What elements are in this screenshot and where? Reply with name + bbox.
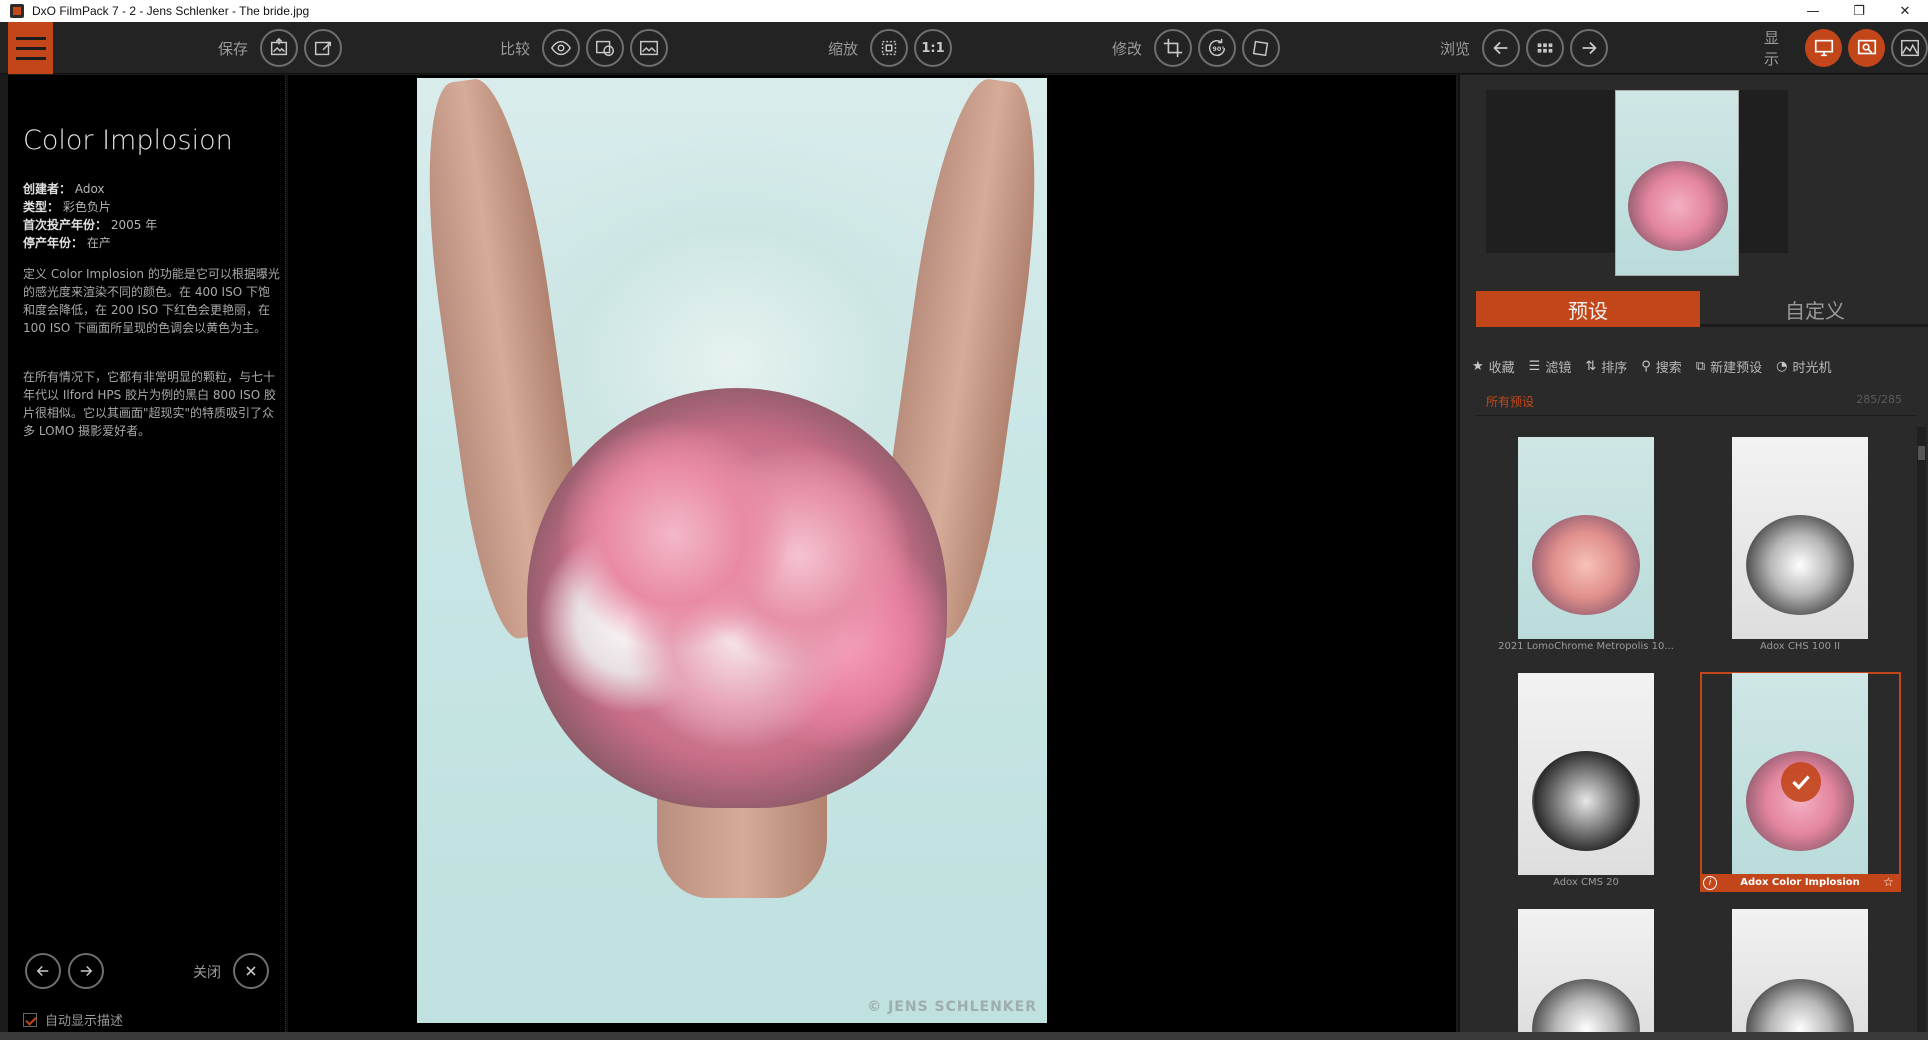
type-value: 彩色负片 — [62, 200, 111, 214]
fit-screen-icon[interactable] — [870, 29, 909, 67]
crop-icon[interactable] — [1154, 29, 1193, 67]
filter-filter[interactable]: ☰ 滤镜 — [1529, 357, 1572, 376]
creator-value: Adox — [74, 182, 105, 196]
grid-view-icon[interactable] — [1526, 29, 1565, 67]
tab-custom[interactable]: 自定义 — [1700, 291, 1928, 327]
zoom-group: 缩放 1:1 — [828, 28, 953, 68]
type-label: 类型： — [23, 200, 60, 214]
previous-preset-icon[interactable] — [25, 953, 61, 989]
zoom-label: 缩放 — [828, 39, 859, 58]
auto-show-checkbox[interactable] — [23, 1012, 37, 1027]
time-machine-button[interactable]: ◔ 时光机 — [1776, 357, 1831, 376]
checkmark-icon — [1781, 762, 1821, 802]
close-panel-icon[interactable] — [233, 953, 269, 989]
display-label: 显示 — [1764, 29, 1780, 68]
maximize-button[interactable]: ❐ — [1836, 0, 1882, 22]
search-filter[interactable]: ⚲ 搜索 — [1641, 357, 1682, 376]
bouquet — [527, 388, 947, 808]
star-icon: ★ — [1472, 359, 1484, 374]
list-icon: ☰ — [1528, 359, 1541, 374]
browse-label: 浏览 — [1440, 39, 1471, 58]
preset-filter-bar: ★ 收藏 ☰ 滤镜 ⇅ 排序 ⚲ 搜索 ⧉ 新建预设 ◔ 时光机 — [1472, 357, 1831, 376]
export-edit-icon[interactable] — [304, 29, 343, 67]
creator-label: 创建者： — [23, 182, 72, 196]
copyright-watermark: © JENS SCHLENKER — [867, 999, 1037, 1015]
tab-presets[interactable]: 预设 — [1476, 291, 1700, 327]
preset-metadata: 创建者： Adox 类型： 彩色负片 首次投产年份： 2005 年 停产年份： … — [23, 180, 278, 252]
end-year-label: 停产年份： — [23, 236, 84, 250]
description-paragraph-2: 在所有情况下，它都有非常明显的颗粒，与七十年代以 Ilford HPS 胶片为例… — [23, 370, 277, 438]
bottom-strip — [0, 1032, 1928, 1040]
preset-scrollbar[interactable] — [1917, 427, 1926, 1032]
search-icon: ⚲ — [1641, 359, 1651, 374]
info-icon[interactable]: i — [1703, 876, 1717, 890]
compare-group: 比较 — [500, 28, 669, 68]
end-year-value: 在产 — [86, 236, 111, 250]
side-by-side-icon[interactable] — [630, 29, 669, 67]
app-icon — [10, 4, 24, 18]
edit-label: 修改 — [1112, 39, 1143, 58]
window-controls: — ❐ ✕ — [1790, 0, 1928, 22]
separator — [1476, 415, 1916, 416]
image-viewer[interactable]: © JENS SCHLENKER — [288, 75, 1456, 1032]
favorites-filter[interactable]: ★ 收藏 — [1472, 357, 1515, 376]
preset-label: Adox CMS 20 — [1553, 877, 1619, 888]
new-preset-icon: ⧉ — [1695, 359, 1706, 374]
straighten-icon[interactable] — [1242, 29, 1281, 67]
hamburger-menu-button[interactable] — [8, 22, 53, 74]
save-group: 保存 — [218, 28, 343, 68]
save-label: 保存 — [218, 39, 249, 58]
first-year-value: 2005 年 — [110, 218, 158, 232]
new-preset-button[interactable]: ⧉ 新建预设 — [1696, 357, 1762, 376]
time-machine-icon: ◔ — [1776, 359, 1788, 374]
auto-show-label: 自动显示描述 — [45, 1014, 124, 1029]
close-label: 关闭 — [193, 965, 221, 981]
preset-thumbnail[interactable] — [1518, 909, 1654, 1032]
preset-label: 2021 LomoChrome Metropolis 10... — [1498, 641, 1674, 652]
description-paragraph-1: 定义 Color Implosion 的功能是它可以根据曝光的感光度来渲染不同的… — [23, 267, 280, 335]
preset-count: 285/285 — [1856, 393, 1902, 406]
favorite-star-icon[interactable]: ☆ — [1883, 875, 1894, 889]
scrollbar-thumb[interactable] — [1918, 446, 1925, 460]
eye-icon[interactable] — [542, 29, 581, 67]
auto-show-description-toggle[interactable]: 自动显示描述 — [23, 1010, 123, 1029]
preset-thumbnail[interactable] — [1732, 909, 1868, 1032]
all-presets-label[interactable]: 所有预设 — [1486, 393, 1534, 410]
preset-thumbnail[interactable] — [1732, 437, 1868, 639]
edit-group: 修改 90° — [1112, 28, 1281, 68]
preset-info-panel: Color Implosion 创建者： Adox 类型： 彩色负片 首次投产年… — [8, 75, 286, 1032]
previous-image-icon[interactable] — [1482, 29, 1521, 67]
next-preset-icon[interactable] — [68, 953, 104, 989]
minimize-button[interactable]: — — [1790, 0, 1836, 22]
export-image-icon[interactable] — [260, 29, 299, 67]
browse-group: 浏览 — [1440, 28, 1609, 68]
preset-title: Color Implosion — [23, 125, 233, 156]
monitor-icon[interactable] — [1805, 29, 1843, 67]
histogram-icon[interactable] — [1891, 29, 1928, 67]
loupe-icon[interactable] — [1848, 29, 1886, 67]
window-title: DxO FilmPack 7 - 2 - Jens Schlenker - Th… — [32, 4, 310, 18]
preset-label-selected: Adox Color Implosion — [1740, 877, 1860, 888]
window-title-bar: DxO FilmPack 7 - 2 - Jens Schlenker - Th… — [0, 0, 1928, 22]
main-toolbar: 保存 比较 缩放 1:1 修改 90° 浏览 显示 — [0, 22, 1928, 74]
display-group: 显示 — [1764, 28, 1928, 68]
preset-label: Adox CHS 100 II — [1759, 641, 1841, 652]
rotate-90-icon[interactable]: 90° — [1198, 29, 1237, 67]
preset-thumbnail[interactable] — [1518, 673, 1654, 875]
preset-tabs: 预设 自定义 — [1476, 291, 1928, 327]
compare-label: 比较 — [500, 39, 531, 58]
zoom-1to1-button[interactable]: 1:1 — [914, 29, 953, 67]
sort-filter[interactable]: ⇅ 排序 — [1585, 357, 1627, 376]
navigator-thumbnail[interactable] — [1615, 90, 1739, 276]
svg-text:90°: 90° — [1212, 45, 1224, 53]
close-window-button[interactable]: ✕ — [1882, 0, 1928, 22]
first-year-label: 首次投产年份： — [23, 218, 108, 232]
sort-icon: ⇅ — [1585, 359, 1597, 374]
next-image-icon[interactable] — [1570, 29, 1609, 67]
preset-thumbnail[interactable] — [1518, 437, 1654, 639]
bride-photo: © JENS SCHLENKER — [417, 78, 1047, 1023]
split-compare-icon[interactable] — [586, 29, 625, 67]
